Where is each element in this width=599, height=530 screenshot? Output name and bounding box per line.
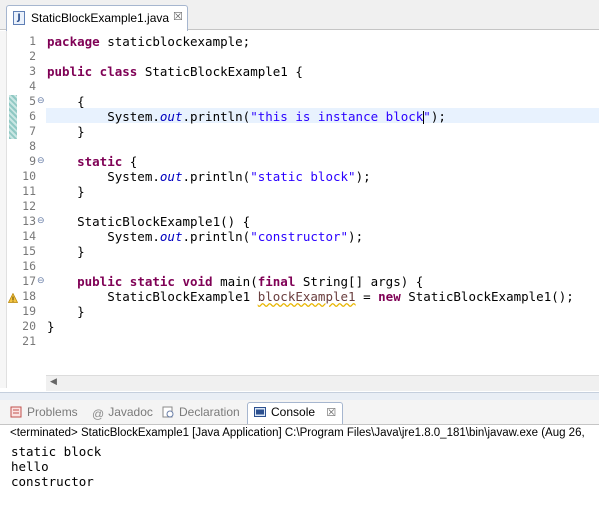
line-number: 18: [22, 289, 36, 303]
fold-collapse-icon[interactable]: ⊖: [37, 155, 45, 167]
code-line[interactable]: 3 public class StaticBlockExample1 {: [0, 64, 599, 79]
line-number: 15: [22, 244, 36, 258]
code-text: System.out.println("this is instance blo…: [47, 109, 446, 124]
line-number: 14: [22, 229, 36, 243]
line-number: 3: [29, 64, 36, 78]
line-number: 13: [22, 214, 36, 228]
code-line[interactable]: 2: [0, 49, 599, 64]
line-number: 20: [22, 319, 36, 333]
scroll-left-icon[interactable]: ◀: [50, 377, 57, 387]
fold-collapse-icon[interactable]: ⊖: [37, 275, 45, 287]
declaration-icon: [162, 405, 174, 418]
code-line[interactable]: 21: [0, 334, 599, 349]
close-icon[interactable]: ☒: [173, 10, 183, 23]
code-line[interactable]: 14 System.out.println("constructor");: [0, 229, 599, 244]
line-number: 9: [29, 154, 36, 168]
code-line[interactable]: 19 }: [0, 304, 599, 319]
tab-declaration[interactable]: Declaration: [162, 403, 240, 422]
code-line[interactable]: 12: [0, 199, 599, 214]
close-icon[interactable]: ☒: [326, 407, 336, 419]
line-number: 21: [22, 334, 36, 348]
code-line[interactable]: 5 ⊖ {: [0, 94, 599, 109]
line-number: 11: [22, 184, 36, 198]
console-process-header: <terminated> StaticBlockExample1 [Java A…: [10, 427, 585, 439]
code-line[interactable]: 7 }: [0, 124, 599, 139]
panel-tab-bar: Problems @ Javadoc Declaration Console ☒: [0, 400, 599, 425]
line-number: 19: [22, 304, 36, 318]
line-number: 7: [29, 124, 36, 138]
code-line[interactable]: 13 ⊖ StaticBlockExample1() {: [0, 214, 599, 229]
warning-icon[interactable]: [7, 291, 19, 303]
code-text: }: [47, 304, 85, 319]
code-line[interactable]: 18 StaticBlockExample1 blockExample1 = n…: [0, 289, 599, 304]
horizontal-scrollbar[interactable]: ◀: [46, 375, 599, 391]
code-text: static {: [77, 154, 138, 169]
line-number: 8: [29, 139, 36, 153]
line-number: 10: [22, 169, 36, 183]
code-text: }: [47, 244, 85, 259]
code-line[interactable]: 9 ⊖ static {: [0, 154, 599, 169]
console-view[interactable]: <terminated> StaticBlockExample1 [Java A…: [0, 425, 599, 530]
code-text: public class StaticBlockExample1 {: [47, 64, 303, 79]
code-text: StaticBlockExample1() {: [47, 214, 251, 229]
code-line[interactable]: 20}: [0, 319, 599, 334]
tab-problems-label: Problems: [27, 405, 78, 419]
code-text: }: [47, 184, 85, 199]
line-number: 2: [29, 49, 36, 63]
line-number: 4: [29, 79, 36, 93]
editor-tab-bar: J StaticBlockExample1.java ☒: [0, 0, 599, 31]
code-text: public static void main(final String[] a…: [77, 274, 424, 289]
code-line[interactable]: 4: [0, 79, 599, 94]
line-number: 17: [22, 274, 36, 288]
editor-tab-label: StaticBlockExample1.java: [31, 11, 170, 25]
fold-collapse-icon[interactable]: ⊖: [37, 95, 45, 107]
tab-declaration-label: Declaration: [179, 405, 240, 419]
code-line[interactable]: 16: [0, 259, 599, 274]
console-output-line: constructor: [11, 474, 94, 489]
code-line[interactable]: 6 System.out.println("this is instance b…: [0, 109, 599, 124]
code-text: {: [47, 94, 85, 109]
code-text: StaticBlockExample1 blockExample1 = new …: [47, 289, 574, 304]
code-line[interactable]: 10 System.out.println("static block");: [0, 169, 599, 184]
code-line[interactable]: 8: [0, 139, 599, 154]
problems-icon: [10, 405, 22, 418]
tab-javadoc[interactable]: @ Javadoc: [92, 403, 153, 422]
fold-collapse-icon[interactable]: ⊖: [37, 215, 45, 227]
at-sign-icon: @: [92, 407, 105, 421]
code-text: }: [47, 319, 55, 334]
editor-tab-static-block-example1[interactable]: J StaticBlockExample1.java ☒: [6, 5, 188, 31]
line-number: 1: [29, 34, 36, 48]
code-line[interactable]: 11 }: [0, 184, 599, 199]
line-number: 6: [29, 109, 36, 123]
code-line[interactable]: 17 ⊖ public static void main(final String…: [0, 274, 599, 289]
java-file-icon: J: [13, 11, 25, 25]
console-output-line: static block: [11, 444, 102, 459]
code-line[interactable]: 15 }: [0, 244, 599, 259]
console-icon: [254, 405, 266, 417]
tab-console[interactable]: Console ☒: [247, 402, 344, 424]
console-output-line: hello: [11, 459, 49, 474]
code-line[interactable]: 1 package staticblockexample;: [0, 34, 599, 49]
panel-separator[interactable]: [0, 392, 599, 400]
code-text: System.out.println("constructor");: [47, 229, 364, 244]
line-number: 5: [29, 94, 36, 108]
code-text: }: [47, 124, 85, 139]
line-number: 16: [22, 259, 36, 273]
tab-problems[interactable]: Problems: [10, 403, 78, 422]
code-text: package staticblockexample;: [47, 34, 251, 49]
code-text: System.out.println("static block");: [47, 169, 371, 184]
tab-console-label: Console: [271, 405, 316, 419]
tab-javadoc-label: Javadoc: [108, 405, 153, 419]
line-number: 12: [22, 199, 36, 213]
code-editor[interactable]: 1 package staticblockexample; 2 3 public cla…: [0, 31, 599, 391]
